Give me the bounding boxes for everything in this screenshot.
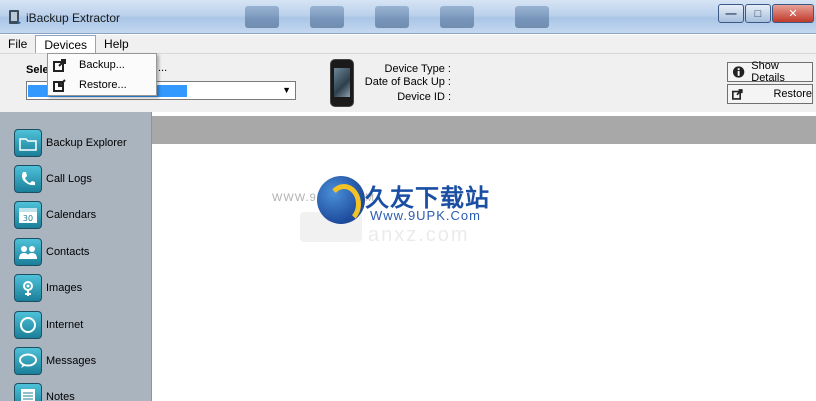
device-type-label: Device Type : xyxy=(384,63,451,75)
close-button[interactable]: ✕ xyxy=(772,4,814,23)
show-details-label: Show Details xyxy=(751,60,785,84)
menu-item-backup[interactable]: Backup... xyxy=(48,55,156,75)
menu-devices[interactable]: Devices xyxy=(35,35,97,53)
window-controls: — □ ✕ xyxy=(717,4,814,24)
select-device-label: Sele xyxy=(26,64,49,76)
sidebar-item-calendars[interactable]: 30 Calendars xyxy=(14,200,96,230)
images-icon xyxy=(14,274,42,302)
chevron-down-icon[interactable]: ▼ xyxy=(282,85,291,95)
folder-icon xyxy=(14,129,42,157)
sidebar-item-internet[interactable]: Internet xyxy=(14,310,83,340)
restore-label: Restore xyxy=(773,88,812,100)
window-title: iBackup Extractor xyxy=(26,11,121,25)
minimize-button[interactable]: — xyxy=(718,4,744,23)
sidebar-item-label: Internet xyxy=(46,319,84,331)
watermark-logo xyxy=(317,176,365,224)
sidebar-item-messages[interactable]: Messages xyxy=(14,346,96,376)
sidebar: Backup Explorer Call Logs 30 Calendars C… xyxy=(0,112,152,401)
sidebar-item-backup-explorer[interactable]: Backup Explorer xyxy=(14,128,127,158)
restore-icon xyxy=(53,79,66,92)
sidebar-item-label: Contacts xyxy=(46,246,90,258)
select-device-label-tail: ... xyxy=(158,62,168,74)
title-decoration xyxy=(440,6,474,28)
menu-help[interactable]: Help xyxy=(96,35,137,53)
menu-item-label: Restore... xyxy=(79,79,127,91)
title-decoration xyxy=(310,6,344,28)
svg-text:30: 30 xyxy=(23,214,33,223)
message-icon xyxy=(14,347,42,375)
sidebar-item-label: Call Logs xyxy=(46,173,92,185)
calendar-icon: 30 xyxy=(14,201,42,229)
watermark-url: Www.9UPK.Com xyxy=(370,208,481,223)
show-details-button[interactable]: Show Details xyxy=(727,60,813,84)
sidebar-item-label: Notes xyxy=(46,391,75,401)
restore-button[interactable]: Restore xyxy=(727,84,813,104)
devices-dropdown: Backup... Restore... xyxy=(47,53,157,96)
info-icon xyxy=(732,66,745,78)
sidebar-item-label: Calendars xyxy=(46,209,97,221)
globe-icon xyxy=(14,311,42,339)
sidebar-item-label: Images xyxy=(46,282,83,294)
menu-file[interactable]: File xyxy=(0,35,35,53)
maximize-button[interactable]: □ xyxy=(745,4,771,23)
app-icon xyxy=(9,10,21,24)
menu-item-restore[interactable]: Restore... xyxy=(48,75,156,95)
notes-icon xyxy=(14,383,42,401)
phone-icon xyxy=(14,165,42,193)
title-decoration xyxy=(245,6,279,28)
sidebar-item-contacts[interactable]: Contacts xyxy=(14,237,89,267)
menu-item-label: Backup... xyxy=(79,59,125,71)
sidebar-item-call-logs[interactable]: Call Logs xyxy=(14,164,92,194)
sidebar-item-notes[interactable]: Notes xyxy=(14,382,75,401)
device-id-label: Device ID : xyxy=(397,91,451,103)
restore-icon xyxy=(732,89,743,100)
backup-icon xyxy=(53,59,66,72)
title-decoration xyxy=(515,6,549,28)
contacts-icon xyxy=(14,238,42,266)
title-decoration xyxy=(375,6,409,28)
menu-bar: File Devices Help xyxy=(0,35,816,54)
sidebar-item-label: Backup Explorer xyxy=(46,137,127,149)
sidebar-item-label: Messages xyxy=(46,355,97,367)
backup-date-label: Date of Back Up : xyxy=(364,76,451,88)
watermark-faint-text: anxz.com xyxy=(368,224,470,246)
sidebar-item-images[interactable]: Images xyxy=(14,273,82,303)
content-header-band xyxy=(152,116,816,144)
title-bar: iBackup Extractor — □ ✕ xyxy=(0,0,816,34)
